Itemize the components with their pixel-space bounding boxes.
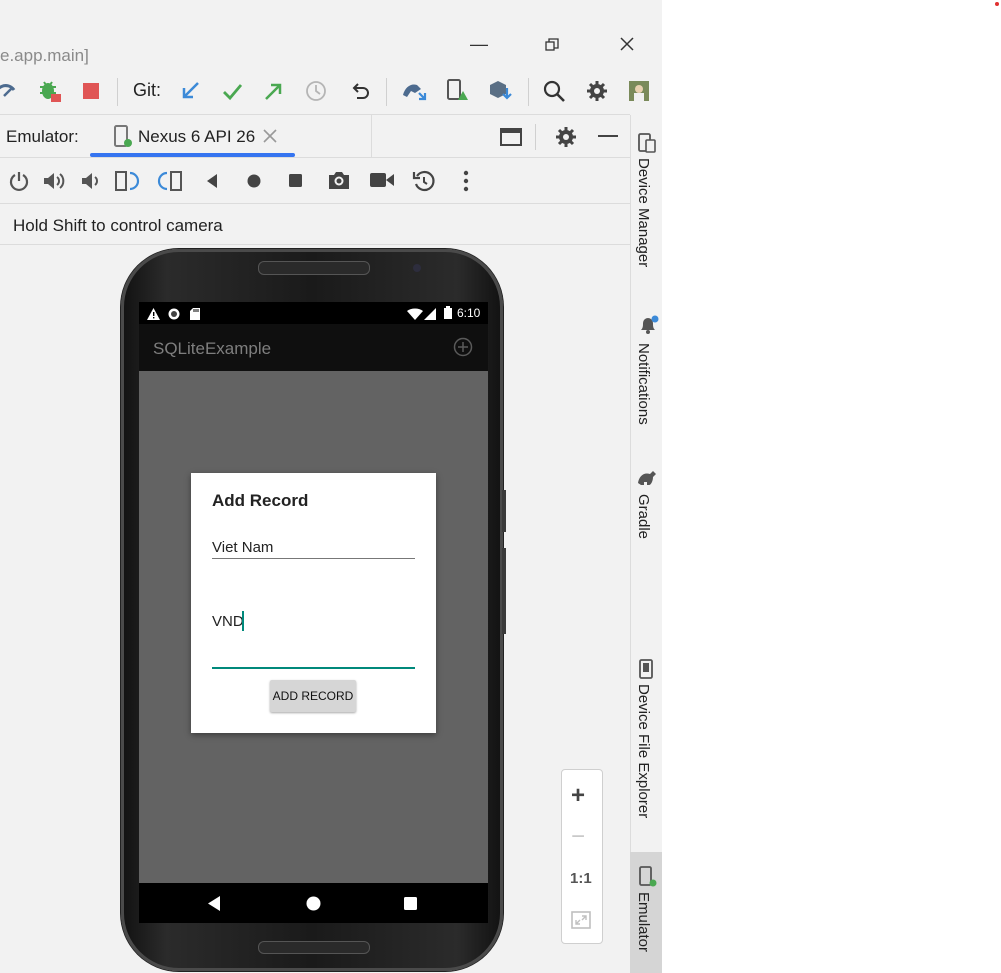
- header-divider: [535, 124, 536, 150]
- nav-home-icon[interactable]: [306, 896, 321, 916]
- gradle-tab[interactable]: Gradle: [635, 494, 652, 539]
- battery-icon: [444, 306, 452, 324]
- profile-icon[interactable]: [0, 67, 18, 114]
- toolbar-separator: [386, 78, 387, 106]
- add-circle-icon[interactable]: [453, 337, 473, 362]
- phone-speaker: [258, 261, 370, 275]
- ide-window: e.app.main] — Git: Emulator: Nexus 6 API…: [0, 0, 662, 973]
- sd-card-icon: [190, 307, 200, 325]
- stop-icon[interactable]: [80, 67, 102, 114]
- device-clock: 6:10: [457, 306, 481, 320]
- device-manager-strip-icon[interactable]: [637, 133, 657, 158]
- zoom-in-button[interactable]: +: [571, 782, 585, 810]
- debug-icon[interactable]: [36, 67, 64, 114]
- snapshot-icon[interactable]: [412, 169, 436, 198]
- power-icon[interactable]: [8, 170, 30, 197]
- back-icon[interactable]: [205, 173, 219, 194]
- hide-panel-icon[interactable]: [598, 135, 618, 137]
- title-bar: [0, 41, 662, 67]
- active-tab-indicator: [90, 153, 295, 157]
- wifi-icon: [407, 307, 423, 325]
- device-manager-tab[interactable]: Device Manager: [635, 158, 652, 267]
- country-field-underline: [212, 558, 415, 559]
- sdk-manager-icon[interactable]: [486, 67, 514, 114]
- window-mode-icon[interactable]: [500, 127, 522, 152]
- signal-icon: [424, 307, 436, 325]
- git-commit-icon[interactable]: [220, 67, 244, 114]
- emulator-strip-icon[interactable]: [638, 866, 658, 893]
- dialog-title: Add Record: [212, 491, 309, 510]
- home-icon[interactable]: [247, 174, 261, 193]
- app-title: SQLiteExample: [153, 339, 272, 358]
- search-icon[interactable]: [541, 67, 567, 114]
- settings-icon[interactable]: [584, 67, 610, 114]
- close-tab-icon[interactable]: [263, 129, 277, 148]
- zoom-fit-icon[interactable]: [571, 911, 591, 934]
- country-field[interactable]: Viet Nam: [212, 539, 273, 556]
- volume-up-icon[interactable]: [42, 170, 66, 197]
- text-cursor: [242, 611, 244, 631]
- history-icon[interactable]: [304, 67, 328, 114]
- minimize-window-button[interactable]: —: [470, 34, 488, 55]
- camera-hint: Hold Shift to control camera: [13, 216, 223, 235]
- phone-front-camera: [413, 264, 421, 272]
- emulator-settings-icon[interactable]: [554, 125, 578, 154]
- avatar[interactable]: [628, 67, 650, 114]
- notifications-tab[interactable]: Notifications: [635, 343, 652, 425]
- volume-down-icon[interactable]: [80, 170, 102, 197]
- header-divider: [371, 115, 372, 157]
- emulator-panel-label: Emulator:: [6, 127, 79, 146]
- git-update-icon[interactable]: [178, 67, 202, 114]
- phone-icon: [113, 125, 135, 154]
- window-title: e.app.main]: [0, 46, 89, 65]
- record-video-icon[interactable]: [369, 171, 395, 194]
- nav-recents-icon[interactable]: [404, 897, 417, 915]
- restore-window-button[interactable]: [545, 36, 559, 57]
- zoom-actual-size-button[interactable]: 1:1: [570, 870, 592, 887]
- zoom-out-button[interactable]: −: [571, 823, 585, 851]
- more-options-icon[interactable]: [462, 170, 470, 197]
- device-manager-icon[interactable]: [444, 67, 472, 114]
- rotate-left-icon[interactable]: [114, 169, 140, 198]
- circle-notification-icon: [168, 307, 180, 325]
- red-dot: [995, 2, 999, 6]
- nav-back-icon[interactable]: [208, 896, 221, 916]
- notifications-icon[interactable]: [637, 315, 659, 340]
- git-label: Git:: [132, 80, 161, 100]
- sync-icon[interactable]: [400, 67, 430, 114]
- close-window-button[interactable]: [620, 35, 634, 56]
- phone-volume-button: [502, 548, 506, 634]
- camera-icon[interactable]: [327, 169, 351, 196]
- device-file-explorer-icon[interactable]: [638, 659, 654, 684]
- phone-power-button: [502, 490, 506, 532]
- currency-field-underline: [212, 667, 415, 669]
- gradle-icon[interactable]: [636, 469, 658, 492]
- phone-speaker: [258, 941, 370, 954]
- currency-field[interactable]: VND: [212, 613, 244, 630]
- rotate-right-icon[interactable]: [157, 169, 183, 198]
- device-file-explorer-tab[interactable]: Device File Explorer: [635, 684, 652, 818]
- rollback-icon[interactable]: [348, 67, 372, 114]
- add-record-button[interactable]: ADD RECORD: [270, 680, 356, 712]
- toolbar-separator: [528, 78, 529, 106]
- warning-icon: [147, 307, 160, 325]
- emulator-tab[interactable]: Emulator: [635, 892, 652, 952]
- tab-label: Nexus 6 API 26: [138, 127, 256, 146]
- toolbar-separator: [117, 78, 118, 106]
- git-push-icon[interactable]: [262, 67, 286, 114]
- overview-icon[interactable]: [289, 174, 303, 193]
